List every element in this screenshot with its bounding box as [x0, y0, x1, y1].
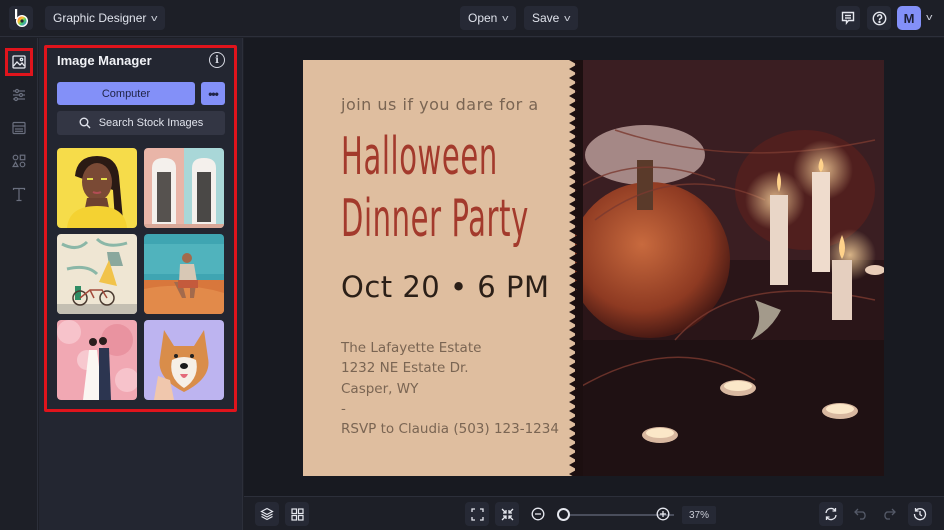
thumbnail-image	[144, 320, 224, 400]
help-icon	[872, 11, 886, 25]
befunky-logo-icon	[15, 9, 28, 27]
chevron-down-icon: v	[564, 13, 571, 23]
address-line: -	[341, 400, 346, 417]
image-icon	[12, 55, 26, 69]
fit-screen-icon	[470, 507, 484, 521]
rail-adjust[interactable]	[5, 81, 33, 109]
thumbnail-man-sand[interactable]	[144, 234, 224, 314]
zoom-in-button[interactable]	[651, 502, 675, 526]
layout-icon	[12, 121, 26, 135]
chevron-down-icon: v	[151, 13, 158, 23]
search-icon	[79, 117, 91, 129]
chevron-down-icon: v	[502, 13, 509, 23]
layers-button[interactable]	[255, 502, 279, 526]
title-line-2: Dinner Party	[341, 189, 529, 249]
rail-image-manager[interactable]	[5, 48, 33, 76]
thumbnail-image	[57, 148, 137, 228]
thumbnail-image	[57, 320, 137, 400]
shapes-icon	[12, 154, 26, 168]
thumbnail-shiba-dog[interactable]	[144, 320, 224, 400]
rail-text[interactable]	[5, 180, 33, 208]
redo-button[interactable]	[877, 502, 901, 526]
help-button[interactable]	[867, 6, 891, 30]
fit-to-screen-button[interactable]	[465, 502, 489, 526]
undo-icon	[854, 508, 866, 520]
zigzag-edge	[569, 60, 583, 476]
history-icon	[913, 508, 927, 521]
save-dropdown[interactable]: Save v	[524, 6, 578, 30]
history-button[interactable]	[908, 502, 932, 526]
halloween-photo[interactable]	[575, 60, 884, 476]
comments-button[interactable]	[836, 6, 860, 30]
replace-image-button[interactable]	[819, 502, 843, 526]
date-text[interactable]: Oct 20 • 6 PM	[341, 270, 549, 304]
invitation-card[interactable]: join us if you dare for a Halloween Dinn…	[303, 60, 884, 476]
shrink-icon	[501, 508, 513, 520]
thumbnail-doorways[interactable]	[144, 148, 224, 228]
open-label: Open	[468, 11, 498, 25]
save-label: Save	[532, 11, 560, 25]
tool-rail	[0, 38, 38, 530]
address-block[interactable]: The Lafayette Estate 1232 NE Estate Dr. …	[341, 338, 559, 439]
address-line: The Lafayette Estate	[341, 340, 482, 356]
redo-icon	[884, 508, 896, 520]
grid-button[interactable]	[285, 502, 309, 526]
app-logo[interactable]	[9, 6, 33, 30]
user-avatar[interactable]: M	[897, 6, 921, 30]
actual-size-button[interactable]	[495, 502, 519, 526]
more-options-button[interactable]: •••	[201, 82, 225, 105]
info-icon[interactable]: i	[209, 52, 225, 68]
layers-icon	[260, 507, 274, 521]
thumbnail-image	[144, 234, 224, 314]
mode-label: Graphic Designer	[53, 11, 147, 25]
upload-computer-button[interactable]: Computer	[57, 82, 195, 105]
account-chevron-icon[interactable]: v	[926, 12, 932, 22]
thumbnail-image	[144, 148, 224, 228]
thumbnail-woman-yellow[interactable]	[57, 148, 137, 228]
bottom-toolbar: 37%	[244, 496, 944, 530]
intro-text[interactable]: join us if you dare for a	[341, 95, 539, 114]
zigzag-shape	[569, 60, 583, 476]
rail-layouts[interactable]	[5, 114, 33, 142]
thumbnail-couple-blossoms[interactable]	[57, 320, 137, 400]
zoom-out-button[interactable]	[526, 502, 550, 526]
comment-icon	[841, 11, 855, 25]
sliders-icon	[13, 88, 25, 102]
thumbnail-bicycle-mural[interactable]	[57, 234, 137, 314]
zoom-level[interactable]: 37%	[682, 506, 716, 524]
zoom-out-icon	[531, 507, 545, 521]
thumbnail-image	[57, 234, 137, 314]
search-label: Search Stock Images	[98, 117, 204, 129]
mode-dropdown[interactable]: Graphic Designer v	[45, 6, 165, 30]
undo-button[interactable]	[849, 502, 873, 526]
zoom-in-icon	[656, 507, 670, 521]
refresh-icon	[825, 507, 837, 521]
text-icon	[12, 187, 26, 201]
rail-graphics[interactable]	[5, 147, 33, 175]
top-bar: Graphic Designer v Open v Save v M v	[0, 0, 944, 37]
title-line-1: Halloween	[341, 127, 498, 187]
open-dropdown[interactable]: Open v	[460, 6, 516, 30]
title-text[interactable]: Halloween Dinner Party	[341, 126, 529, 250]
address-line: RSVP to Claudia (503) 123-1234	[341, 421, 559, 438]
zoom-slider-handle[interactable]	[557, 508, 570, 521]
address-line: Casper, WY	[341, 380, 419, 397]
panel-title: Image Manager	[57, 53, 152, 68]
grid-icon	[290, 507, 304, 521]
address-line: 1232 NE Estate Dr.	[341, 360, 469, 377]
search-stock-images-button[interactable]: Search Stock Images	[57, 111, 225, 135]
